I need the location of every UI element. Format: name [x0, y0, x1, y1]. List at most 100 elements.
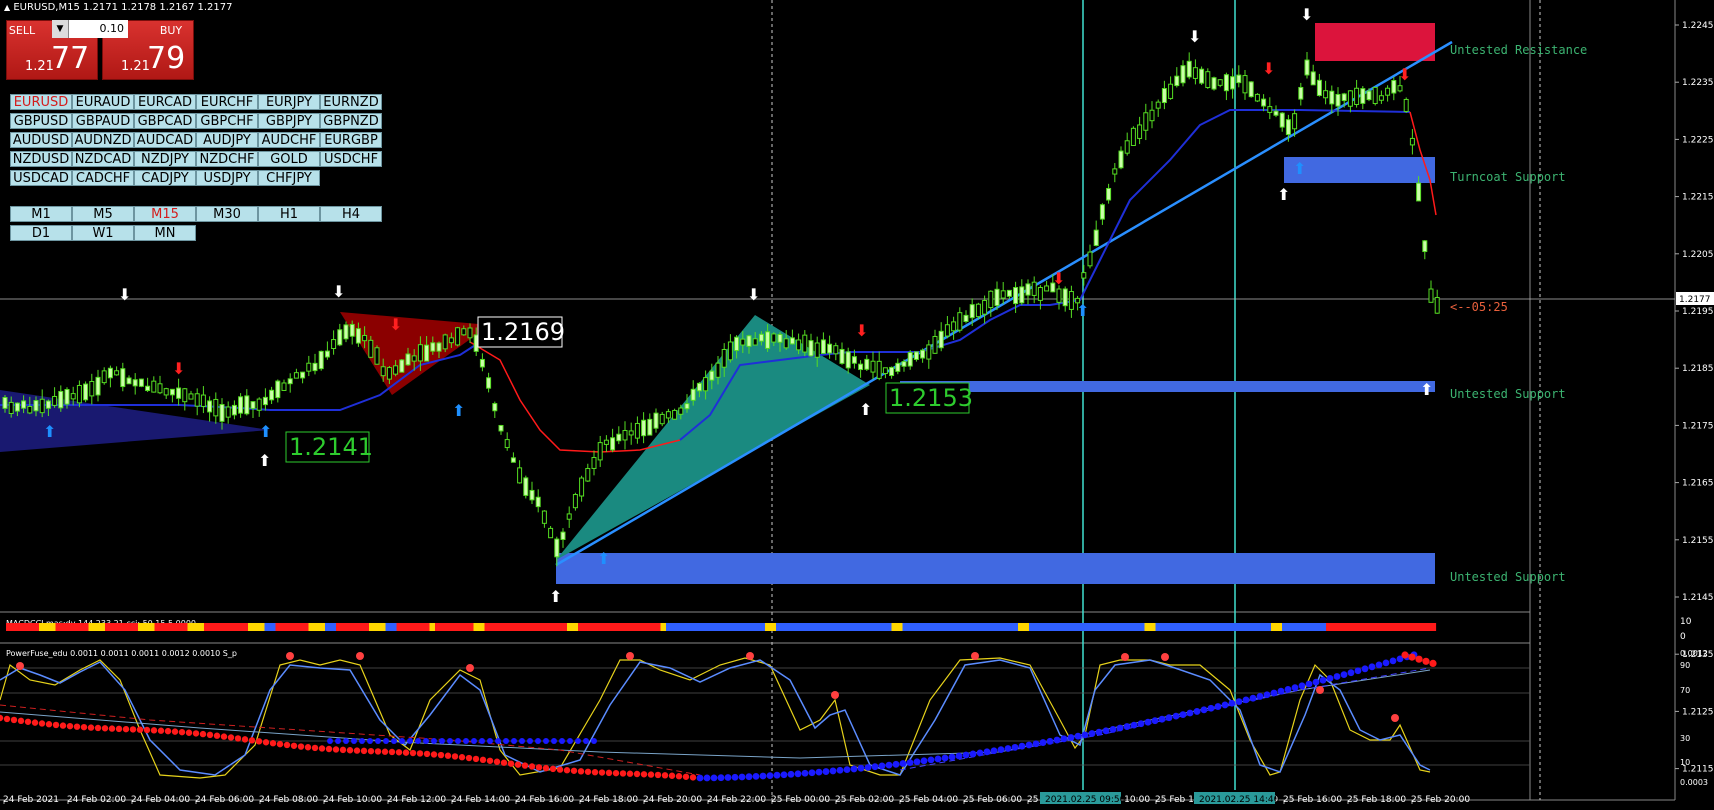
timeframe-button-h4[interactable]: H4	[320, 206, 382, 222]
candle-body	[479, 358, 485, 368]
symbol-button-cadjpy[interactable]: CADJPY	[134, 170, 196, 186]
macd-bar	[1100, 623, 1107, 631]
lot-dropdown-icon[interactable]: ▼	[52, 20, 69, 38]
symbol-button-gbpaud[interactable]: GBPAUD	[72, 113, 134, 129]
macd-bar	[820, 623, 826, 631]
macd-bar	[814, 623, 821, 631]
symbol-button-gbpcad[interactable]: GBPCAD	[134, 113, 196, 129]
candle-body	[1211, 77, 1217, 90]
candle-body	[758, 333, 764, 342]
timeframe-button-m5[interactable]: M5	[72, 206, 134, 222]
timeframe-button-mn[interactable]: MN	[134, 225, 196, 241]
candle-body	[498, 424, 504, 432]
symbol-button-eurusd[interactable]: EURUSD	[10, 94, 72, 110]
powerfuse-axis-label: 30	[1680, 734, 1690, 743]
symbol-button-gbpnzd[interactable]: GBPNZD	[320, 113, 382, 129]
candle-body	[963, 314, 969, 322]
timeframe-button-w1[interactable]: W1	[72, 225, 134, 241]
dot-red	[31, 719, 39, 726]
candle-body	[1409, 137, 1415, 146]
symbol-button-eurnzd[interactable]: EURNZD	[320, 94, 382, 110]
dot-blue	[1270, 689, 1278, 697]
symbol-button-audjpy[interactable]: AUDJPY	[196, 132, 258, 148]
candle-body	[1099, 204, 1105, 220]
blue-up-arrow-icon: ⬆	[259, 422, 272, 441]
symbol-button-euraud[interactable]: EURAUD	[72, 94, 134, 110]
macd-bar	[1045, 623, 1052, 631]
macd-bar	[792, 623, 799, 631]
candle-body	[1385, 87, 1391, 96]
symbol-button-usdchf[interactable]: USDCHF	[320, 151, 382, 167]
candle-body	[1366, 90, 1372, 101]
dot-blue	[375, 738, 381, 744]
candle-body	[430, 342, 436, 352]
dot-blue	[1389, 657, 1397, 665]
macd-bar	[1111, 623, 1118, 631]
resistance-zone[interactable]	[1315, 23, 1435, 61]
macd-bar	[721, 623, 727, 631]
symbol-button-usdcad[interactable]: USDCAD	[10, 170, 72, 186]
macd-bar	[391, 623, 397, 631]
macd-bar	[363, 623, 370, 631]
macd-bar	[242, 623, 249, 631]
symbol-button-audnzd[interactable]: AUDNZD	[72, 132, 134, 148]
dot-blue	[766, 772, 774, 780]
symbol-button-nzdchf[interactable]: NZDCHF	[196, 151, 258, 167]
macd-bar	[385, 623, 392, 631]
symbol-button-gold[interactable]: GOLD	[258, 151, 320, 167]
dot-blue	[976, 749, 984, 757]
dot-blue	[1158, 715, 1166, 723]
symbol-button-gbpusd[interactable]: GBPUSD	[10, 113, 72, 129]
candle-countdown: <--05:25	[1450, 300, 1508, 314]
symbol-button-audcad[interactable]: AUDCAD	[134, 132, 196, 148]
macd-bar	[88, 623, 95, 631]
candle-body	[690, 388, 696, 401]
symbol-button-eurchf[interactable]: EURCHF	[196, 94, 258, 110]
symbol-button-chfjpy[interactable]: CHFJPY	[258, 170, 320, 186]
dot-red	[171, 728, 179, 735]
untested-support-zone-lower[interactable]	[556, 553, 1435, 584]
symbol-button-gbpjpy[interactable]: GBPJPY	[258, 113, 320, 129]
candle-body	[448, 337, 454, 344]
signal-dot	[286, 652, 294, 660]
macd-bar	[132, 623, 139, 631]
macd-bar	[1067, 623, 1074, 631]
symbol-button-nzdusd[interactable]: NZDUSD	[10, 151, 72, 167]
symbol-button-gbpchf[interactable]: GBPCHF	[196, 113, 258, 129]
symbol-button-audchf[interactable]: AUDCHF	[258, 132, 320, 148]
dot-blue	[752, 772, 760, 780]
timeframe-button-m30[interactable]: M30	[196, 206, 258, 222]
macd-bar	[281, 623, 287, 631]
symbol-button-eurcad[interactable]: EURCAD	[134, 94, 196, 110]
macd-bar	[567, 623, 573, 631]
symbol-button-cadchf[interactable]: CADCHF	[72, 170, 134, 186]
symbol-button-audusd[interactable]: AUDUSD	[10, 132, 72, 148]
candle-body	[1298, 86, 1304, 100]
symbol-button-nzdcad[interactable]: NZDCAD	[72, 151, 134, 167]
chart-menu-icon[interactable]: ▲	[4, 3, 10, 12]
signal-dot	[626, 652, 634, 660]
dot-red	[283, 741, 291, 749]
untested-support-zone-upper[interactable]	[900, 381, 1435, 392]
candle-body	[349, 323, 355, 337]
candle-body	[306, 362, 312, 372]
timeframe-button-m1[interactable]: M1	[10, 206, 72, 222]
candle-body	[839, 348, 845, 364]
dot-blue	[1039, 739, 1047, 746]
dot-red	[402, 749, 410, 756]
turncoat-support-zone[interactable]	[1284, 157, 1435, 183]
macd-bar	[1414, 623, 1420, 631]
timeframe-button-h1[interactable]: H1	[258, 206, 320, 222]
timeframe-button-d1[interactable]: D1	[10, 225, 72, 241]
dot-red	[661, 772, 669, 779]
trendline[interactable]	[555, 40, 1453, 567]
candle-body	[27, 405, 33, 414]
timeframe-button-m15[interactable]: M15	[134, 206, 196, 222]
symbol-button-usdjpy[interactable]: USDJPY	[196, 170, 258, 186]
macd-bar	[1238, 623, 1244, 631]
symbol-button-eurgbp[interactable]: EURGBP	[320, 132, 382, 148]
symbol-button-eurjpy[interactable]: EURJPY	[258, 94, 320, 110]
macd-bar	[556, 623, 562, 631]
symbol-button-nzdjpy[interactable]: NZDJPY	[134, 151, 196, 167]
dot-blue	[335, 738, 341, 744]
